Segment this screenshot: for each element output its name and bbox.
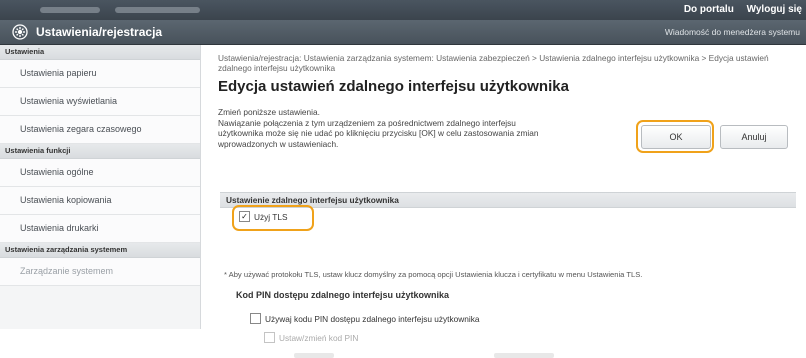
sidebar-item-printer-settings[interactable]: Ustawienia drukarki [0,215,200,243]
gear-icon [12,24,28,40]
use-pin-checkbox[interactable] [250,313,261,324]
set-pin-checkbox[interactable] [264,332,275,343]
message-to-manager-link[interactable]: Wiadomość do menedżera systemu [665,27,800,37]
use-pin-row: Używaj kodu PIN dostępu zdalnego interfe… [250,313,479,324]
sidebar-item-system-management[interactable]: Zarządzanie systemem [0,258,200,286]
pin-section-heading: Kod PIN dostępu zdalnego interfejsu użyt… [236,290,450,300]
description-text: Zmień poniższe ustawienia. Nawiązanie po… [218,107,539,149]
use-pin-label: Używaj kodu PIN dostępu zdalnego interfe… [265,313,480,324]
sidebar-item-timer-settings[interactable]: Ustawienia zegara czasowego [0,116,200,144]
set-pin-label: Ustaw/zmień kod PIN [279,332,359,343]
page-section-title: Ustawienia/rejestracja [36,25,163,39]
sidebar-item-paper-settings[interactable]: Ustawienia papieru [0,60,200,88]
top-links: Do portalu Wyloguj się [674,4,802,15]
title-bar: Ustawienia/rejestracja Wiadomość do mene… [0,20,806,45]
sidebar-item-display-settings[interactable]: Ustawienia wyświetlania [0,88,200,116]
logout-link[interactable]: Wyloguj się [747,4,802,15]
top-bar: Do portalu Wyloguj się [0,0,806,20]
sidebar-item-general-settings[interactable]: Ustawienia ogólne [0,159,200,187]
cut-off-field-label [294,353,334,358]
sidebar-header-function-settings: Ustawienia funkcji [0,144,200,159]
portal-link[interactable]: Do portalu [684,4,734,15]
blurred-device-address [115,7,200,13]
sidebar-item-copy-settings[interactable]: Ustawienia kopiowania [0,187,200,215]
main-content: Ustawienia/rejestracja: Ustawienia zarzą… [214,45,806,358]
sidebar-header-settings: Ustawienia [0,45,200,60]
set-pin-row: Ustaw/zmień kod PIN [264,332,358,343]
use-tls-label: Użyj TLS [254,211,288,222]
cut-off-field-label-2 [494,353,554,358]
sidebar-header-system-management: Ustawienia zarządzania systemem [0,243,200,258]
sidebar: Ustawienia Ustawienia papieru Ustawienia… [0,45,201,329]
page-title: Edycja ustawień zdalnego interfejsu użyt… [218,78,569,95]
blurred-device-name [40,7,100,13]
use-tls-row: ✓ Użyj TLS [239,211,288,222]
use-tls-checkbox[interactable]: ✓ [239,211,250,222]
tls-note: * Aby używać protokołu TLS, ustaw klucz … [224,270,643,279]
cancel-button[interactable]: Anuluj [720,125,788,149]
breadcrumb: Ustawienia/rejestracja: Ustawienia zarzą… [218,53,769,73]
ok-button[interactable]: OK [641,125,711,149]
